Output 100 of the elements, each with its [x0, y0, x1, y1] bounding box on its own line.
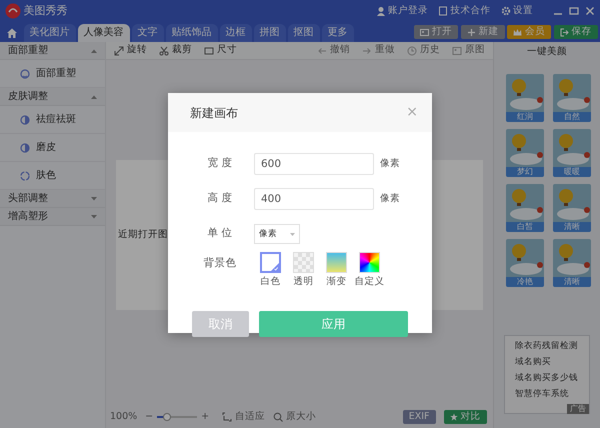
- ad-label: 广告: [567, 404, 589, 414]
- ad-link[interactable]: 域名购买多少钱: [511, 370, 583, 386]
- toolbar-button[interactable]: 历史: [420, 43, 440, 58]
- sidebar-section[interactable]: 皮肤调整: [0, 88, 105, 106]
- header-button[interactable]: 会员: [507, 25, 551, 39]
- circle-icon[interactable]: [20, 170, 30, 180]
- preset-tile[interactable]: 红润: [506, 74, 544, 122]
- fit-icon[interactable]: [222, 412, 232, 422]
- sidebar-item[interactable]: 磨皮: [36, 140, 56, 155]
- left-arrow-icon[interactable]: [317, 46, 327, 56]
- ad-link[interactable]: 智慧停车系统: [511, 386, 583, 402]
- fit-button[interactable]: 自适应: [235, 410, 266, 424]
- preset-tile[interactable]: 清晰: [553, 239, 591, 287]
- right-arrow-icon[interactable]: [362, 46, 372, 56]
- title-link[interactable]: 设置: [513, 4, 533, 18]
- title-link[interactable]: 账户登录: [388, 4, 428, 18]
- preset-label: 清晰: [553, 222, 591, 232]
- preset-tile[interactable]: 冷艳: [506, 239, 544, 287]
- toolbar-button[interactable]: 撤销: [330, 43, 350, 58]
- ad-link[interactable]: 域名购买: [511, 354, 583, 370]
- header-button[interactable]: 保存: [554, 25, 598, 39]
- toolbar-button[interactable]: 尺寸: [217, 43, 237, 58]
- swatch-label: 渐变: [326, 275, 346, 289]
- zoom-out-button[interactable]: −: [145, 410, 154, 424]
- toolbar-button[interactable]: 重做: [375, 43, 395, 58]
- caret-icon: [290, 232, 295, 236]
- preset-label: 白皙: [506, 222, 544, 232]
- sidebar-item[interactable]: 面部重塑: [36, 66, 76, 81]
- preset-label: 梦幻: [506, 167, 544, 177]
- export-icon: [560, 28, 568, 36]
- zoom-icon[interactable]: [273, 412, 284, 422]
- preset-tile[interactable]: 清晰: [553, 184, 591, 232]
- plus-icon: [466, 28, 476, 36]
- field-label: 宽 度: [206, 156, 234, 172]
- close-button[interactable]: ×: [406, 102, 418, 123]
- tab[interactable]: 更多: [322, 24, 354, 42]
- header-button[interactable]: 打开: [414, 25, 458, 39]
- scissors-icon[interactable]: [159, 46, 169, 56]
- header-button[interactable]: 新建: [460, 25, 504, 39]
- compare-button[interactable]: 对比: [444, 410, 486, 424]
- image-icon[interactable]: [452, 46, 462, 56]
- balloon-photo-placeholder: [506, 74, 544, 112]
- tab[interactable]: 人像美容: [78, 24, 130, 42]
- sidebar-section[interactable]: 增高塑形: [0, 208, 105, 226]
- tab[interactable]: 美化图片: [24, 24, 76, 42]
- exif-button[interactable]: EXIF: [402, 410, 436, 424]
- sidebar-item[interactable]: 祛痘祛斑: [36, 112, 76, 127]
- preset-tile[interactable]: 白皙: [506, 184, 544, 232]
- color-swatch[interactable]: [260, 252, 281, 273]
- toolbar-button[interactable]: 原图: [465, 43, 485, 58]
- unit-label: 像素: [380, 156, 400, 171]
- preset-tile[interactable]: 自然: [553, 74, 591, 122]
- home-icon[interactable]: [6, 27, 18, 39]
- section-label: 增高塑形: [8, 210, 48, 224]
- star-icon: [450, 413, 458, 421]
- zoom-in-button[interactable]: +: [201, 410, 210, 424]
- half-circle-icon[interactable]: [20, 142, 30, 152]
- tab[interactable]: 文字: [132, 24, 164, 42]
- image-icon: [420, 28, 429, 36]
- title-link[interactable]: 技术合作: [450, 4, 490, 18]
- toolbar-button[interactable]: 旋转: [127, 43, 147, 58]
- preset-label: 清晰: [553, 277, 591, 287]
- sidebar-section[interactable]: 面部重塑: [0, 42, 105, 60]
- unit-label: 像素: [380, 192, 400, 206]
- tab[interactable]: 边框: [220, 24, 252, 42]
- recent-label: 近期打开图: [118, 228, 168, 242]
- close-icon[interactable]: [585, 6, 595, 16]
- balloon-photo-placeholder: [506, 129, 544, 167]
- balloon-photo-placeholder: [553, 129, 591, 167]
- tab[interactable]: 贴纸饰品: [166, 24, 218, 42]
- toolbar-button[interactable]: 裁剪: [172, 43, 192, 58]
- app-logo-icon: [5, 3, 21, 19]
- half-circle-icon[interactable]: [20, 114, 30, 124]
- sidebar-item[interactable]: 肤色: [36, 168, 56, 183]
- sidebar-section[interactable]: 头部调整: [0, 190, 105, 208]
- clock-icon[interactable]: [407, 46, 417, 56]
- preset-tile[interactable]: 梦幻: [506, 129, 544, 177]
- gear-icon[interactable]: [500, 6, 510, 16]
- field-label: 单 位: [206, 226, 234, 242]
- tab[interactable]: 拼图: [254, 24, 286, 42]
- section-label: 头部调整: [8, 192, 48, 206]
- crown-icon: [513, 28, 522, 36]
- caret-icon: [91, 94, 97, 98]
- zoom-percent: 100%: [110, 410, 138, 424]
- rectangle-icon[interactable]: [204, 46, 214, 56]
- user-icon[interactable]: [376, 6, 386, 16]
- face-icon[interactable]: [20, 68, 30, 78]
- input-field[interactable]: 400: [254, 188, 374, 210]
- resize-arrow-icon[interactable]: [114, 46, 124, 56]
- actual-size-button[interactable]: 原大小: [286, 410, 316, 424]
- input-field[interactable]: 600: [254, 153, 374, 175]
- tab[interactable]: 抠图: [288, 24, 320, 42]
- zoom-slider-thumb[interactable]: [163, 413, 172, 421]
- apply-button[interactable]: 应用: [259, 311, 408, 338]
- preset-label: 红润: [506, 112, 544, 122]
- ad-link[interactable]: 除衣药残留检测: [511, 338, 583, 354]
- maximize-icon[interactable]: [569, 6, 579, 16]
- swatch-label: 透明: [294, 275, 314, 289]
- unit-select[interactable]: 像素: [254, 224, 300, 244]
- preset-tile[interactable]: 暖暖: [553, 129, 591, 177]
